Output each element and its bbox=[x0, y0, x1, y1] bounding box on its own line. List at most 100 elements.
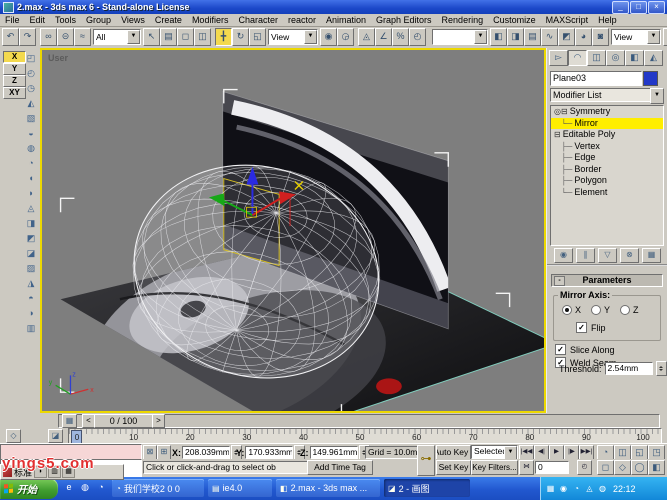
menu-item[interactable]: Help bbox=[593, 15, 622, 25]
add-time-tag-button[interactable]: Add Time Tag bbox=[307, 460, 373, 475]
spinner-snap-button[interactable]: ◴ bbox=[409, 28, 426, 46]
menu-item[interactable]: Edit bbox=[25, 15, 51, 25]
modifier-list-arrow-icon[interactable]: ▼ bbox=[650, 88, 664, 104]
go-to-start-button[interactable]: |◀◀ bbox=[519, 445, 534, 460]
trackbar-filter-button[interactable]: ◪ bbox=[48, 429, 63, 443]
next-frame-arrow[interactable]: > bbox=[152, 414, 165, 428]
flip-checkbox[interactable]: ✓ bbox=[576, 322, 587, 333]
percent-snap-button[interactable]: % bbox=[392, 28, 409, 46]
viewport-canvas[interactable]: x y z bbox=[42, 50, 544, 411]
axis-radio[interactable]: X bbox=[562, 305, 581, 315]
dropdown-arrow-icon[interactable]: ▼ bbox=[474, 30, 487, 44]
show-end-result-button[interactable]: ∥ bbox=[576, 248, 595, 263]
taskbar-task-max[interactable]: ◧ 2.max - 3ds max ... bbox=[276, 479, 380, 497]
axis-radio[interactable]: Y bbox=[591, 305, 610, 315]
redo-button[interactable]: ↷ bbox=[19, 28, 36, 46]
axis-constraint-button[interactable]: XY bbox=[3, 87, 26, 99]
tab-utilities[interactable]: ◭ bbox=[644, 50, 663, 66]
select-and-rotate-button[interactable]: ↻ bbox=[232, 28, 249, 46]
pin-stack-button[interactable]: ◉ bbox=[554, 248, 573, 263]
collapse-icon[interactable]: - bbox=[554, 276, 565, 286]
dropdown-arrow-icon[interactable]: ▼ bbox=[647, 30, 660, 44]
left-toolbar-button[interactable]: ◔ bbox=[25, 157, 37, 170]
left-toolbar-button[interactable]: ◮ bbox=[25, 277, 37, 290]
absolute-offset-toggle-button[interactable]: ⊞ bbox=[157, 445, 171, 460]
left-toolbar-button[interactable]: ◩ bbox=[25, 232, 37, 245]
dropdown-arrow-icon[interactable]: ▼ bbox=[304, 30, 317, 44]
perspective-viewport[interactable]: User bbox=[40, 48, 546, 413]
quick-launch-desktop-icon[interactable]: ◍ bbox=[78, 480, 92, 495]
menu-item[interactable]: Graph Editors bbox=[371, 15, 437, 25]
menu-item[interactable]: reactor bbox=[283, 15, 321, 25]
time-slider-thumb[interactable]: 0 / 100 bbox=[94, 414, 153, 428]
title-bar[interactable]: 2.max - 3ds max 6 - Stand-alone License … bbox=[0, 0, 667, 14]
rectangular-selection-region-button[interactable]: ◻ bbox=[177, 28, 194, 46]
maximize-button[interactable]: □ bbox=[630, 1, 647, 14]
radio-icon[interactable] bbox=[562, 305, 572, 315]
left-toolbar-button[interactable]: ◰ bbox=[25, 52, 37, 65]
snap-toggle-button[interactable]: ◬ bbox=[358, 28, 375, 46]
modifier-stack-item[interactable]: ⊟ Editable Poly bbox=[551, 129, 663, 141]
taskbar-task-browser[interactable]: ◔ 我们学校2 0 0 bbox=[112, 479, 204, 497]
trackbar-tool-button[interactable]: ◇ bbox=[6, 429, 21, 443]
axis-constraint-button[interactable]: Y bbox=[3, 63, 26, 75]
make-unique-button[interactable]: ▽ bbox=[598, 248, 617, 263]
tray-antivirus-icon[interactable]: ◬ bbox=[584, 483, 595, 494]
track-bar-ruler[interactable]: 0102030405060708090100 bbox=[68, 428, 662, 444]
modifier-stack-item[interactable]: ├─ Border bbox=[551, 164, 663, 176]
region-zoom-button[interactable]: ◻ bbox=[597, 460, 614, 475]
axis-constraint-button[interactable]: Z bbox=[3, 75, 26, 87]
menu-item[interactable]: Views bbox=[116, 15, 150, 25]
minimize-button[interactable]: _ bbox=[612, 1, 629, 14]
start-button[interactable]: 开始 bbox=[0, 478, 58, 499]
tray-volume-icon[interactable]: ◔ bbox=[571, 483, 582, 494]
key-filters-button[interactable]: Key Filters... bbox=[471, 460, 518, 475]
modifier-stack-item[interactable]: ◎⊟ Symmetry bbox=[551, 106, 663, 118]
menu-item[interactable]: MAXScript bbox=[541, 15, 594, 25]
axis-radio[interactable]: Z bbox=[620, 305, 639, 315]
menu-item[interactable]: Group bbox=[81, 15, 116, 25]
object-color-swatch[interactable] bbox=[643, 71, 658, 86]
left-toolbar-button[interactable]: ◗ bbox=[25, 187, 37, 200]
modifier-stack-item[interactable]: ├─ Polygon bbox=[551, 175, 663, 187]
left-toolbar-button[interactable]: ▥ bbox=[25, 322, 37, 335]
tray-help-icon[interactable]: ◉ bbox=[558, 483, 569, 494]
selection-filter-dropdown[interactable]: All▼ bbox=[93, 29, 141, 45]
schematic-view-button[interactable]: ◩ bbox=[558, 28, 575, 46]
close-button[interactable]: × bbox=[648, 1, 665, 14]
render-scene-button[interactable]: ◙ bbox=[592, 28, 609, 46]
align-button[interactable]: ◨ bbox=[507, 28, 524, 46]
coordinate-field[interactable]: 149.961mm bbox=[310, 446, 358, 459]
threshold-spinner[interactable] bbox=[656, 361, 667, 376]
mini-curve-editor-button[interactable]: ▦ bbox=[62, 414, 77, 428]
tray-keyboard-icon[interactable]: ▦ bbox=[545, 483, 556, 494]
select-by-name-button[interactable]: ▤ bbox=[160, 28, 177, 46]
angle-snap-button[interactable]: ∠ bbox=[375, 28, 392, 46]
remove-modifier-button[interactable]: ⊗ bbox=[620, 248, 639, 263]
next-frame-button[interactable]: |▶ bbox=[564, 445, 579, 460]
zoom-all-button[interactable]: ◫ bbox=[614, 445, 631, 460]
modifier-stack-item[interactable]: └─ Element bbox=[551, 187, 663, 199]
left-toolbar-button[interactable]: ▧ bbox=[25, 112, 37, 125]
left-toolbar-button[interactable]: ◑ bbox=[25, 307, 37, 320]
left-toolbar-button[interactable]: ◷ bbox=[25, 82, 37, 95]
selection-lock-button[interactable]: ⊠ bbox=[143, 445, 157, 460]
quick-render-button[interactable]: ◍ bbox=[663, 28, 667, 46]
play-button[interactable]: ▶ bbox=[549, 445, 564, 460]
left-toolbar-button[interactable]: ◬ bbox=[25, 202, 37, 215]
object-name-field[interactable]: Plane03 bbox=[550, 71, 642, 86]
menu-item[interactable]: Rendering bbox=[437, 15, 489, 25]
radio-icon[interactable] bbox=[591, 305, 601, 315]
radio-icon[interactable] bbox=[620, 305, 630, 315]
tab-hierarchy[interactable]: ◫ bbox=[587, 50, 606, 66]
tray-lock-icon[interactable]: ◍ bbox=[597, 483, 608, 494]
menu-item[interactable]: Tools bbox=[50, 15, 81, 25]
menu-item[interactable]: Character bbox=[233, 15, 283, 25]
tab-create[interactable]: ▻ bbox=[549, 50, 568, 66]
tab-modify[interactable]: ◠ bbox=[568, 50, 587, 66]
taskbar-task-paint[interactable]: ◪ 2 - 画图 bbox=[384, 479, 470, 497]
menu-item[interactable]: Animation bbox=[321, 15, 371, 25]
window-crossing-button[interactable]: ◫ bbox=[194, 28, 211, 46]
left-toolbar-button[interactable]: ◪ bbox=[25, 247, 37, 260]
mirror-button[interactable]: ◧ bbox=[490, 28, 507, 46]
